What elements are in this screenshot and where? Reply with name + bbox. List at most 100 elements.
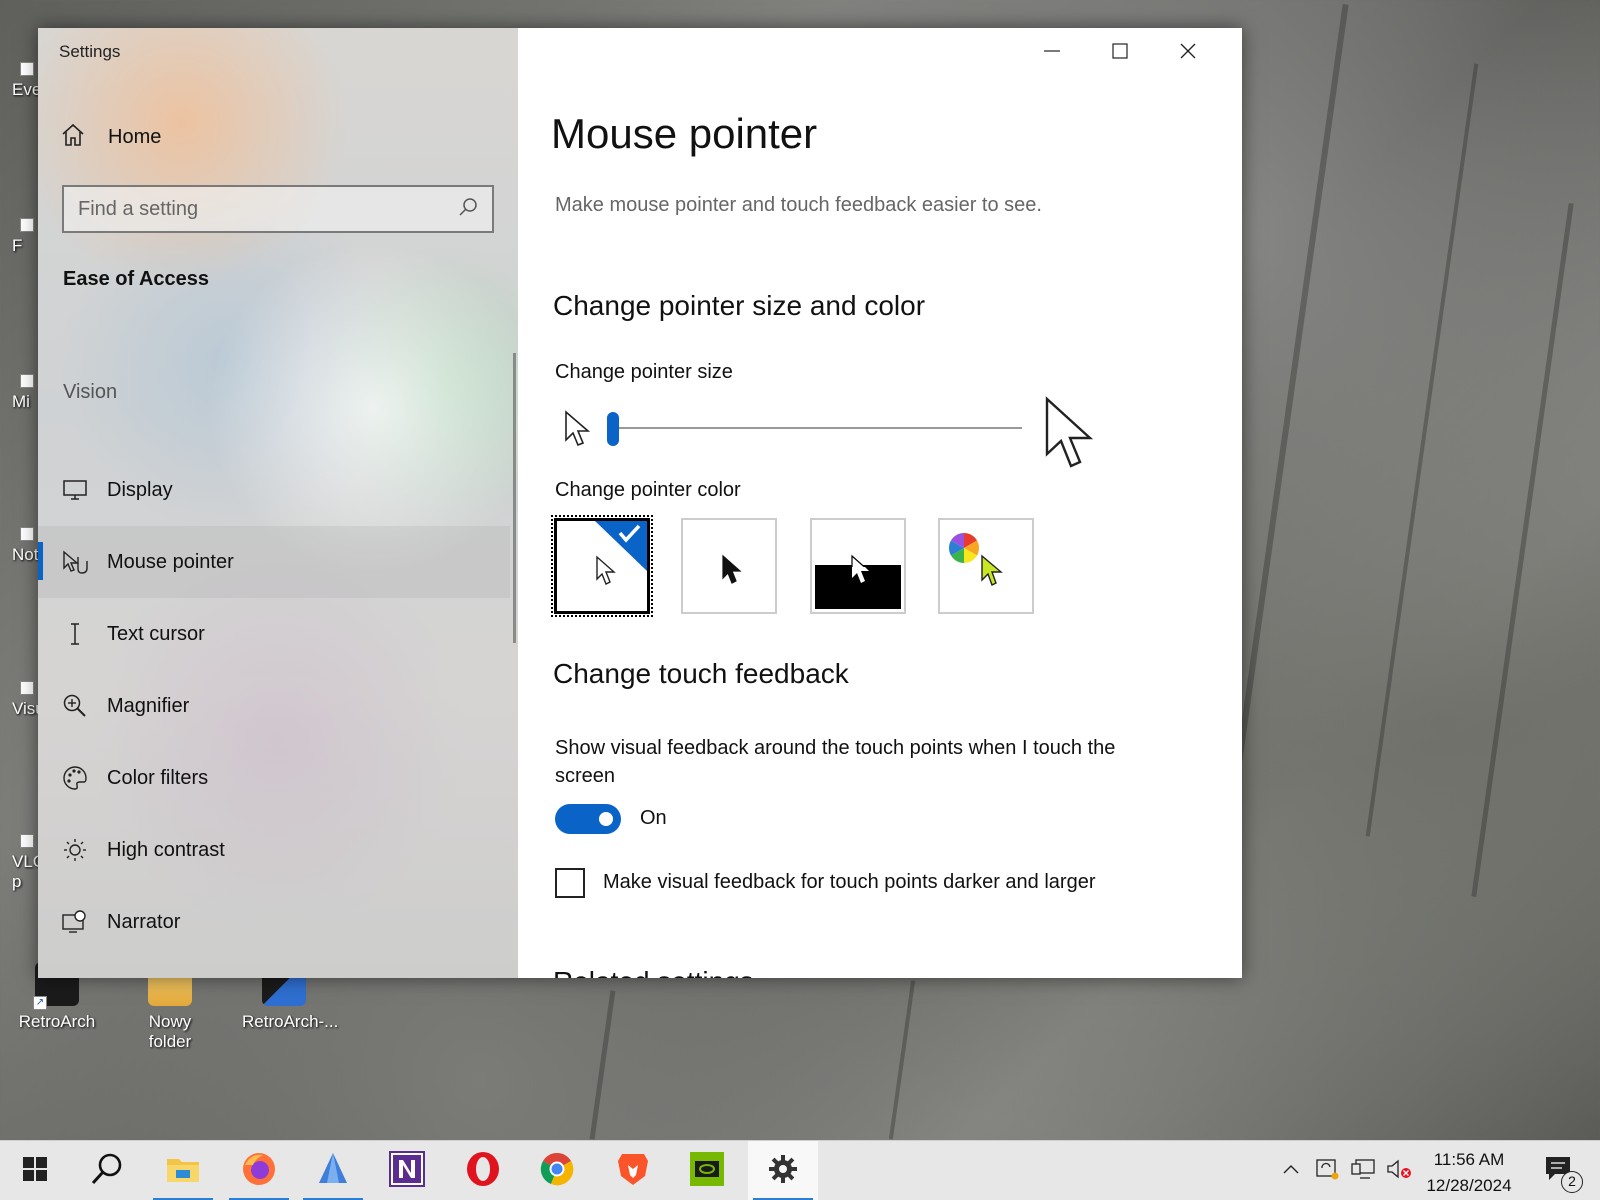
taskbar-search-button[interactable] [72,1141,142,1200]
sidebar-scrollbar[interactable] [513,353,516,643]
volume-muted-icon [1386,1158,1412,1185]
taskbar-nvidia[interactable] [672,1141,742,1200]
settings-icon [767,1153,799,1190]
app-icon [315,1151,351,1192]
search-placeholder: Find a setting [78,197,199,220]
sidebar-item-mouse-pointer[interactable]: Mouse pointer [38,526,510,598]
nvidia-icon [689,1151,725,1192]
maximize-button[interactable] [1086,28,1154,78]
taskbar-firefox[interactable] [224,1141,294,1200]
clock-date: 12/28/2024 [1426,1176,1512,1195]
home-icon [60,122,86,153]
sidebar-item-label: Display [107,478,173,501]
taskbar-settings[interactable] [748,1141,818,1200]
magnifier-icon [60,691,90,721]
sidebar-item-narrator[interactable]: Narrator [38,886,510,958]
taskbar-file-explorer[interactable] [148,1141,218,1200]
touch-feedback-toggle[interactable] [555,804,621,834]
search-icon [90,1152,124,1191]
tray-network-button[interactable] [1346,1141,1380,1200]
black-pointer-icon [721,554,743,591]
white-pointer-icon [595,555,617,592]
onenote-icon [389,1150,425,1192]
pointer-size-slider-track[interactable] [612,427,1022,429]
large-pointer-icon [1044,396,1100,477]
notification-count-badge: 2 [1561,1170,1583,1193]
touch-section-title: Change touch feedback [553,658,849,689]
group-title: Vision [63,381,118,403]
page-title: Mouse pointer [551,110,818,157]
sidebar-item-label: Narrator [107,910,181,933]
minimize-button[interactable] [1018,28,1086,78]
taskbar-onenote[interactable] [372,1141,442,1200]
taskbar-chrome[interactable] [522,1141,592,1200]
darker-feedback-checkbox[interactable] [555,868,585,898]
section-title: Ease of Access [63,268,210,290]
toggle-state-label: On [640,807,667,829]
pointer-size-label: Change pointer size [555,361,733,383]
close-button[interactable] [1154,28,1222,78]
wallpaper-streak [589,990,616,1140]
sidebar-item-high-contrast[interactable]: High contrast [38,814,510,886]
text-cursor-icon [60,619,90,649]
taskbar: 11:56 AM 12/28/2024 2 [0,1140,1600,1200]
pointer-color-black[interactable] [681,518,777,614]
sidebar-item-magnifier[interactable]: Magnifier [38,670,510,742]
tray-update-icon-button[interactable] [1310,1141,1344,1200]
taskbar-app[interactable] [298,1141,368,1200]
sidebar: Settings Home Find a setting Ease of Acc… [38,28,518,978]
taskbar-brave[interactable] [598,1141,668,1200]
brave-icon [616,1151,650,1192]
chrome-icon [539,1151,575,1192]
wallpaper-streak [888,980,916,1140]
pointer-section-title: Change pointer size and color [553,290,926,321]
sidebar-item-label: Text cursor [107,622,205,645]
clock-time: 11:56 AM [1433,1150,1505,1169]
action-center-button[interactable]: 2 [1530,1141,1586,1200]
file-explorer-icon [166,1154,200,1189]
update-icon [1315,1158,1339,1185]
close-icon [1179,42,1197,65]
maximize-icon [1111,42,1129,65]
tray-volume-button[interactable] [1382,1141,1416,1200]
sidebar-item-display[interactable]: Display [38,454,510,526]
wallpaper-streak [1365,63,1479,837]
start-icon [22,1156,48,1187]
content-pane: Mouse pointer Make mouse pointer and tou… [518,28,1242,978]
lime-pointer-icon [980,554,1004,593]
home-label: Home [108,125,162,148]
sidebar-item-text-cursor[interactable]: Text cursor [38,598,510,670]
sidebar-item-label: High contrast [107,838,225,861]
darker-feedback-label: Make visual feedback for touch points da… [603,871,1096,893]
sidebar-item-label: Magnifier [107,694,190,717]
toggle-knob [599,812,613,826]
sidebar-item-color-filters[interactable]: Color filters [38,742,510,814]
mouse-pointer-icon [60,547,90,577]
color-wheel-icon [948,532,980,569]
taskbar-opera[interactable] [448,1141,518,1200]
network-icon [1350,1158,1376,1185]
tray-overflow-button[interactable] [1276,1141,1306,1200]
window-title: Settings [59,42,121,61]
pointer-color-custom[interactable] [938,518,1034,614]
related-settings-heading: Related settings [553,966,754,978]
search-icon [458,197,478,222]
sun-icon [60,835,90,865]
chevron-up-icon [1282,1162,1300,1180]
sidebar-item-label: Mouse pointer [107,550,234,573]
small-pointer-icon [564,410,592,455]
monitor-icon [60,475,90,505]
inverted-pointer-icon [850,554,872,591]
clock[interactable]: 11:56 AM 12/28/2024 [1414,1147,1524,1199]
pointer-color-white[interactable] [551,515,653,617]
sidebar-item-label: Color filters [107,766,209,789]
pointer-color-inverted[interactable] [810,518,906,614]
search-input[interactable]: Find a setting [62,185,494,233]
firefox-icon [241,1151,277,1192]
wallpaper-streak [1471,203,1574,897]
notification-icon: 2 [1543,1154,1583,1193]
pointer-size-slider-thumb[interactable] [607,412,619,446]
start-button[interactable] [0,1141,70,1200]
home-link[interactable]: Home [60,121,161,153]
opera-icon [465,1151,501,1192]
